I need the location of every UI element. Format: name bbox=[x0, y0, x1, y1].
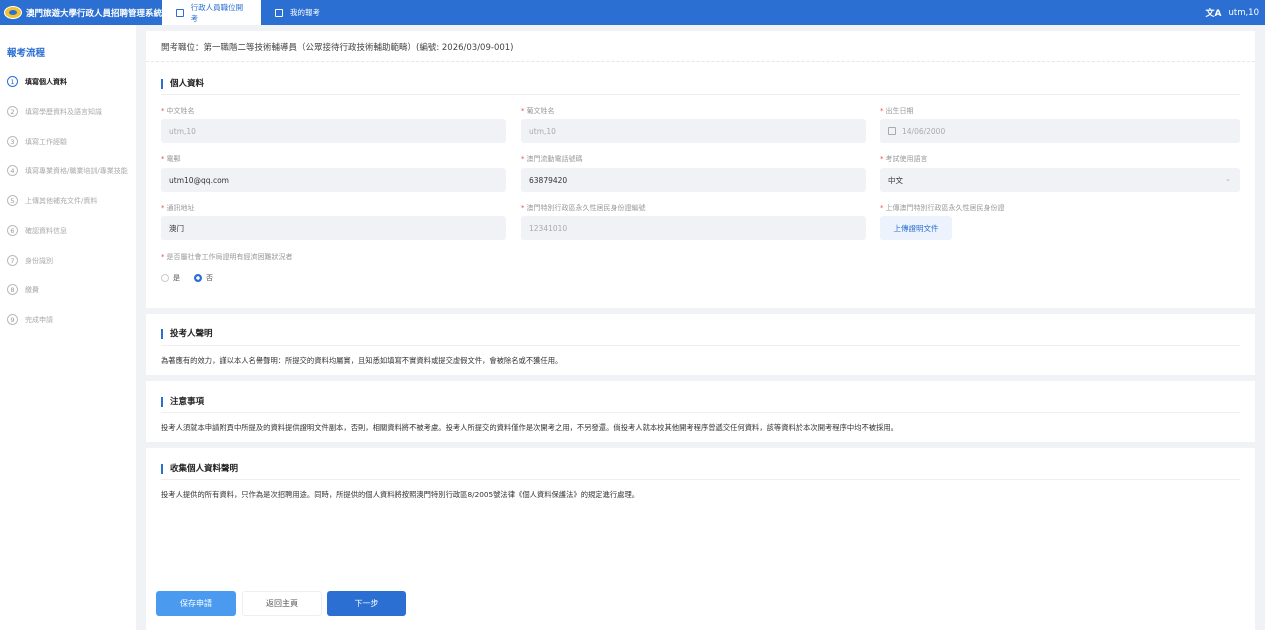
english-name-label: * 葡文姓名 bbox=[521, 107, 555, 115]
translate-icon[interactable]: 文A bbox=[1206, 6, 1222, 19]
chinese-name-field[interactable]: utm,10 bbox=[161, 119, 506, 143]
section-underline bbox=[161, 345, 1240, 346]
user-name: utm,10 bbox=[1228, 7, 1259, 18]
email-field[interactable]: utm10@qq.com bbox=[161, 168, 506, 192]
tab-label: 行政人員職位開考 bbox=[190, 2, 244, 23]
personal-info-card: 開考職位：第一職階二等技術輔導員（公眾接待行政技術輔助範疇）(編號: 2026/… bbox=[146, 31, 1255, 308]
step-label: 填寫專業資格/職業培訓/專業技能 bbox=[25, 167, 128, 175]
radio-circle bbox=[161, 274, 169, 282]
sidebar-title: 報考流程 bbox=[7, 48, 46, 59]
birth-date-field[interactable]: 14/06/2000 bbox=[880, 119, 1240, 143]
id-number-field[interactable]: 12341010 bbox=[521, 216, 866, 240]
step-number: 7 bbox=[7, 255, 18, 266]
calendar-icon bbox=[888, 127, 896, 135]
section-heading-privacy: 收集個人資料聲明 bbox=[161, 464, 238, 474]
chevron-down-icon: ⌄ bbox=[1225, 175, 1231, 183]
step-label: 填寫學歷資料及語言知識 bbox=[25, 108, 102, 116]
step-6[interactable]: 6 確認資料信息 bbox=[7, 225, 132, 236]
step-number: 9 bbox=[7, 314, 18, 325]
birth-date-label: * 出生日期 bbox=[880, 107, 914, 115]
step-label: 確認資料信息 bbox=[25, 227, 67, 235]
tab-label: 我的報考 bbox=[290, 8, 320, 17]
top-bar: 澳門旅遊大學行政人員招聘管理系統 行政人員職位開考 我的報考 文A utm,10 bbox=[0, 0, 1265, 25]
step-number: 1 bbox=[7, 76, 18, 87]
step-label: 完成申請 bbox=[25, 316, 53, 324]
privacy-card: 收集個人資料聲明 投考人提供的所有資料，只作為是次招聘用途。同時，所提供的個人資… bbox=[146, 448, 1255, 630]
step-label: 填寫工作經驗 bbox=[25, 138, 67, 146]
notes-card: 注意事項 投考人須就本申請附頁中所提及的資料提供證明文件副本，否則，相關資料將不… bbox=[146, 381, 1255, 442]
step-number: 6 bbox=[7, 225, 18, 236]
tab-my-applications[interactable]: 我的報考 bbox=[261, 0, 360, 25]
save-application-button[interactable]: 保存申請 bbox=[156, 591, 236, 616]
step-number: 3 bbox=[7, 136, 18, 147]
app-title: 澳門旅遊大學行政人員招聘管理系統 bbox=[25, 8, 162, 19]
university-logo bbox=[4, 6, 22, 19]
mobile-label: * 澳門流動電話號碼 bbox=[521, 155, 583, 163]
next-step-button[interactable]: 下一步 bbox=[327, 591, 406, 616]
declaration-text: 為著應有的效力，謹以本人名譽聲明：所提交的資料均屬實，且知悉如填寫不實資料或提交… bbox=[161, 356, 563, 365]
email-label: * 電郵 bbox=[161, 155, 181, 163]
declaration-card: 投考人聲明 為著應有的效力，謹以本人名譽聲明：所提交的資料均屬實，且知悉如填寫不… bbox=[146, 314, 1255, 375]
step-1[interactable]: 1 填寫個人資料 bbox=[7, 76, 132, 87]
tab-job-openings[interactable]: 行政人員職位開考 bbox=[162, 0, 261, 25]
step-4[interactable]: 4 填寫專業資格/職業培訓/專業技能 bbox=[7, 165, 132, 176]
step-5[interactable]: 5 上傳其他補充文件/資料 bbox=[7, 195, 132, 206]
privacy-text: 投考人提供的所有資料，只作為是次招聘用途。同時，所提供的個人資料將按照澳門特別行… bbox=[161, 490, 640, 499]
exam-language-label: * 考試使用語言 bbox=[880, 155, 928, 163]
brand: 澳門旅遊大學行政人員招聘管理系統 bbox=[0, 0, 162, 25]
step-label: 繳費 bbox=[25, 286, 39, 294]
section-underline bbox=[161, 412, 1240, 413]
sidebar: 報考流程 1 填寫個人資料 2 填寫學歷資料及語言知識 3 填寫工作經驗 4 填… bbox=[0, 25, 136, 630]
english-name-field[interactable]: utm,10 bbox=[521, 119, 866, 143]
step-number: 2 bbox=[7, 106, 18, 117]
mobile-field[interactable]: 63879420 bbox=[521, 168, 866, 192]
step-9[interactable]: 9 完成申請 bbox=[7, 314, 132, 325]
hardship-radio-yes[interactable]: 是 bbox=[161, 273, 180, 283]
file-icon bbox=[275, 8, 283, 17]
section-underline bbox=[161, 94, 1240, 95]
step-number: 4 bbox=[7, 165, 18, 176]
title-divider bbox=[146, 61, 1255, 62]
hardship-radio-no[interactable]: 否 bbox=[194, 273, 213, 283]
exam-language-select[interactable]: 中文 ⌄ bbox=[880, 168, 1240, 192]
section-heading-personal: 個人資料 bbox=[161, 79, 204, 89]
section-underline bbox=[161, 479, 1240, 480]
step-8[interactable]: 8 繳費 bbox=[7, 284, 132, 295]
radio-circle-checked bbox=[194, 274, 202, 282]
chinese-name-label: * 中文姓名 bbox=[161, 107, 195, 115]
step-number: 8 bbox=[7, 284, 18, 295]
id-number-label: * 澳門特別行政區永久性居民身份證編號 bbox=[521, 204, 646, 212]
user-menu[interactable]: 文A utm,10 bbox=[1206, 0, 1260, 25]
step-number: 5 bbox=[7, 195, 18, 206]
step-2[interactable]: 2 填寫學歷資料及語言知識 bbox=[7, 106, 132, 117]
section-heading-notes: 注意事項 bbox=[161, 397, 204, 407]
address-label: * 通訊地址 bbox=[161, 204, 195, 212]
step-label: 上傳其他補充文件/資料 bbox=[25, 197, 98, 205]
hardship-label: * 是否屬社會工作局證明有經濟困難狀況者 bbox=[161, 253, 293, 261]
step-label: 填寫個人資料 bbox=[25, 78, 67, 86]
document-icon bbox=[176, 8, 184, 17]
address-field[interactable]: 澳门 bbox=[161, 216, 506, 240]
id-upload-label: * 上傳澳門特別行政區永久性居民身份證 bbox=[880, 204, 1005, 212]
step-7[interactable]: 7 身份識別 bbox=[7, 255, 132, 266]
section-heading-declaration: 投考人聲明 bbox=[161, 329, 213, 339]
step-label: 身份識別 bbox=[25, 257, 53, 265]
step-3[interactable]: 3 填寫工作經驗 bbox=[7, 136, 132, 147]
exam-position-title: 開考職位：第一職階二等技術輔導員（公眾接待行政技術輔助範疇）(編號: 2026/… bbox=[161, 43, 514, 53]
back-home-button[interactable]: 返回主頁 bbox=[242, 591, 322, 616]
upload-proof-button[interactable]: 上傳證明文件 bbox=[880, 216, 952, 240]
notes-text: 投考人須就本申請附頁中所提及的資料提供證明文件副本，否則，相關資料將不被考慮。投… bbox=[161, 423, 898, 432]
